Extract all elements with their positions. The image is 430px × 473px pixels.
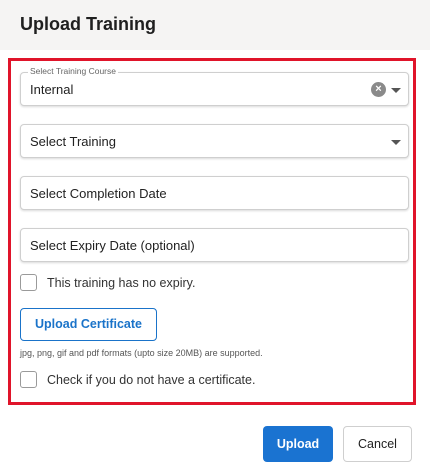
no-expiry-checkbox[interactable] xyxy=(20,274,37,291)
no-certificate-checkbox[interactable] xyxy=(20,371,37,388)
completion-date-field[interactable]: Select Completion Date xyxy=(20,176,409,210)
no-expiry-label: This training has no expiry. xyxy=(47,276,196,290)
chevron-down-icon[interactable] xyxy=(391,88,401,93)
formats-hint: jpg, png, gif and pdf formats (upto size… xyxy=(20,348,263,358)
dialog-header: Upload Training xyxy=(0,0,430,50)
training-course-select[interactable]: Select Training Course Internal × xyxy=(20,66,409,106)
expiry-date-field[interactable]: Select Expiry Date (optional) xyxy=(20,228,409,262)
expiry-date-placeholder: Select Expiry Date (optional) xyxy=(30,238,195,253)
chevron-down-icon[interactable] xyxy=(391,140,401,145)
upload-certificate-button[interactable]: Upload Certificate xyxy=(20,308,157,341)
completion-date-placeholder: Select Completion Date xyxy=(30,186,167,201)
training-course-value: Internal xyxy=(30,82,74,97)
dialog-title: Upload Training xyxy=(20,14,157,34)
clear-icon[interactable]: × xyxy=(371,82,386,97)
cancel-button[interactable]: Cancel xyxy=(343,426,412,462)
training-placeholder: Select Training xyxy=(30,134,116,149)
no-certificate-label: Check if you do not have a certificate. xyxy=(47,373,256,387)
upload-button[interactable]: Upload xyxy=(263,426,333,462)
training-select[interactable]: Select Training xyxy=(20,124,409,158)
training-course-legend: Select Training Course xyxy=(28,66,118,76)
